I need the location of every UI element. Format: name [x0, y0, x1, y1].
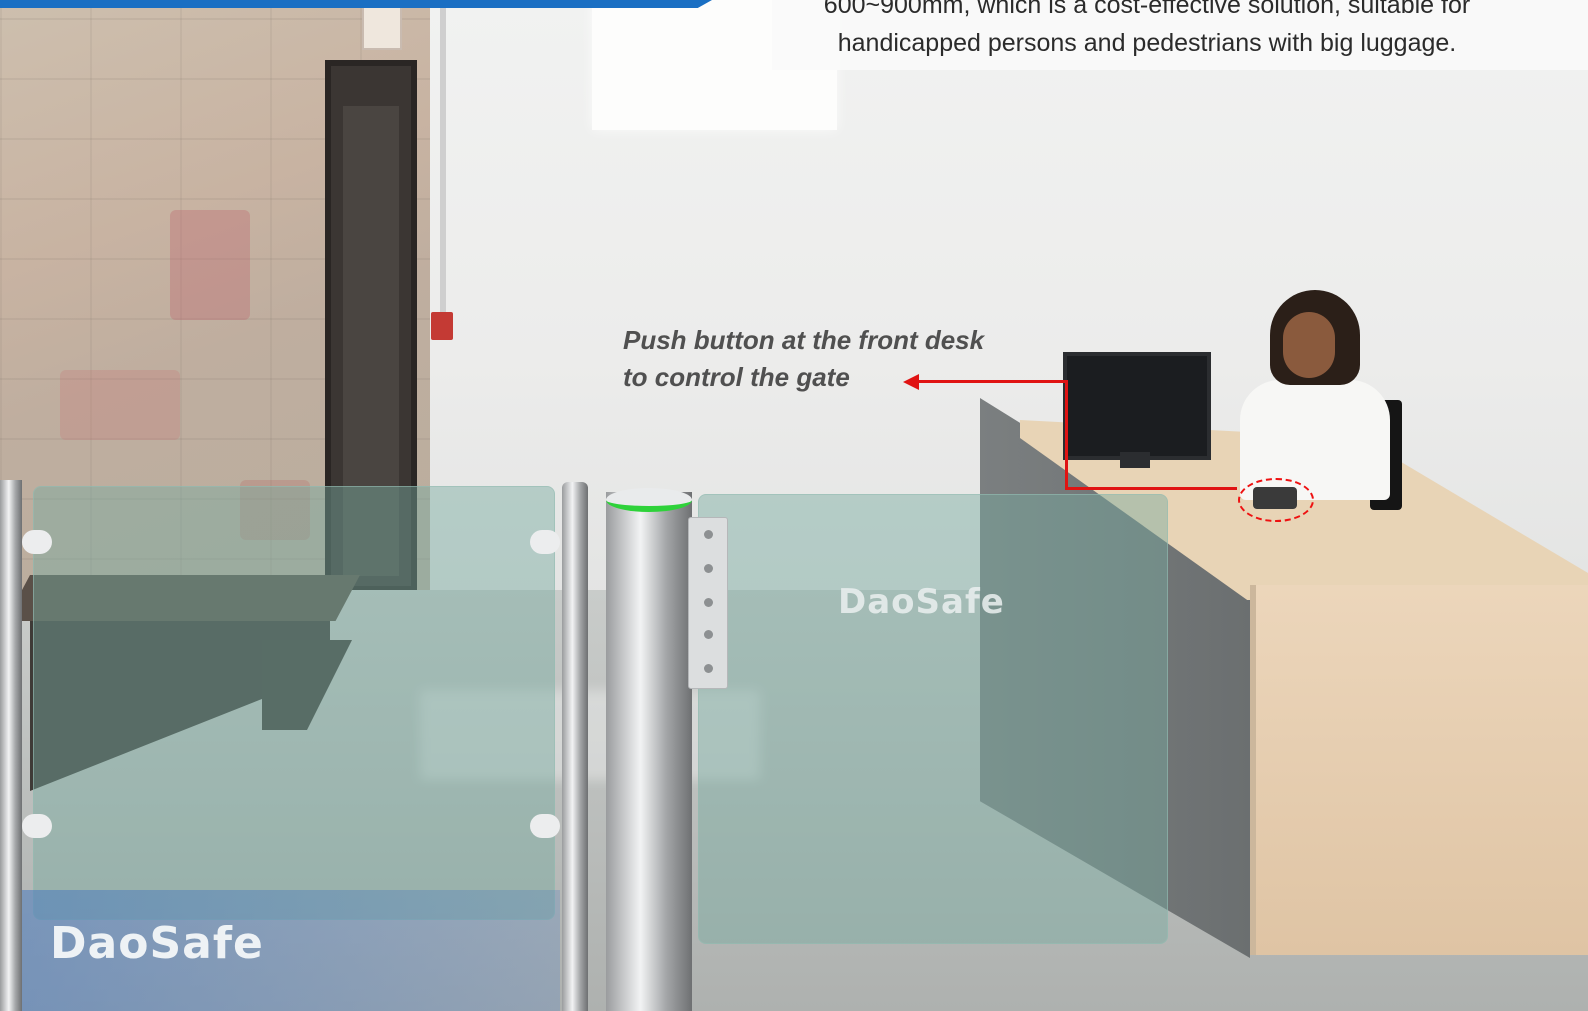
gate-post-left [0, 480, 22, 1011]
computer-monitor [1063, 352, 1211, 460]
caption-line-1: 600~900mm, which is a cost-effective sol… [823, 0, 1471, 19]
brick-stain [60, 370, 180, 440]
bracket-screw [704, 598, 713, 607]
pillar-led-cap [606, 488, 692, 512]
callout-line-bottom [1065, 487, 1237, 490]
caption-line-2: handicapped persons and pedestrians with… [837, 29, 1457, 57]
wall-pipe [440, 0, 446, 330]
callout-line-vertical [1065, 380, 1068, 490]
gate-glass-right [698, 494, 1168, 944]
glass-clamp [22, 530, 52, 554]
bracket-screw [704, 630, 713, 639]
brick-stain [170, 210, 250, 320]
top-accent-bar [0, 0, 712, 8]
bracket-screw [704, 664, 713, 673]
monitor-stand [1120, 452, 1150, 468]
brand-watermark-center: DaoSafe [838, 582, 1005, 622]
glass-clamp [530, 530, 560, 554]
bracket-screw [704, 530, 713, 539]
bracket-screw [704, 564, 713, 573]
gate-post-middle [562, 482, 588, 1011]
button-highlight-ring [1238, 478, 1314, 522]
fire-alarm [431, 312, 453, 340]
callout-text: Push button at the front desk to control… [623, 322, 1043, 396]
gate-glass-left [33, 486, 555, 920]
callout-line-1: Push button at the front desk [623, 325, 985, 355]
glass-clamp [530, 814, 560, 838]
swing-gate-pillar [606, 492, 692, 1011]
reception-desk-front [1250, 585, 1588, 955]
receptionist-face [1283, 312, 1335, 378]
glass-clamp [22, 814, 52, 838]
product-caption: 600~900mm, which is a cost-effective sol… [772, 0, 1522, 62]
brand-watermark-corner: DaoSafe [50, 918, 264, 969]
product-photo: Push button at the front desk to control… [0, 0, 1588, 1011]
callout-line-2: to control the gate [623, 362, 850, 392]
pillar-bracket [688, 517, 728, 689]
